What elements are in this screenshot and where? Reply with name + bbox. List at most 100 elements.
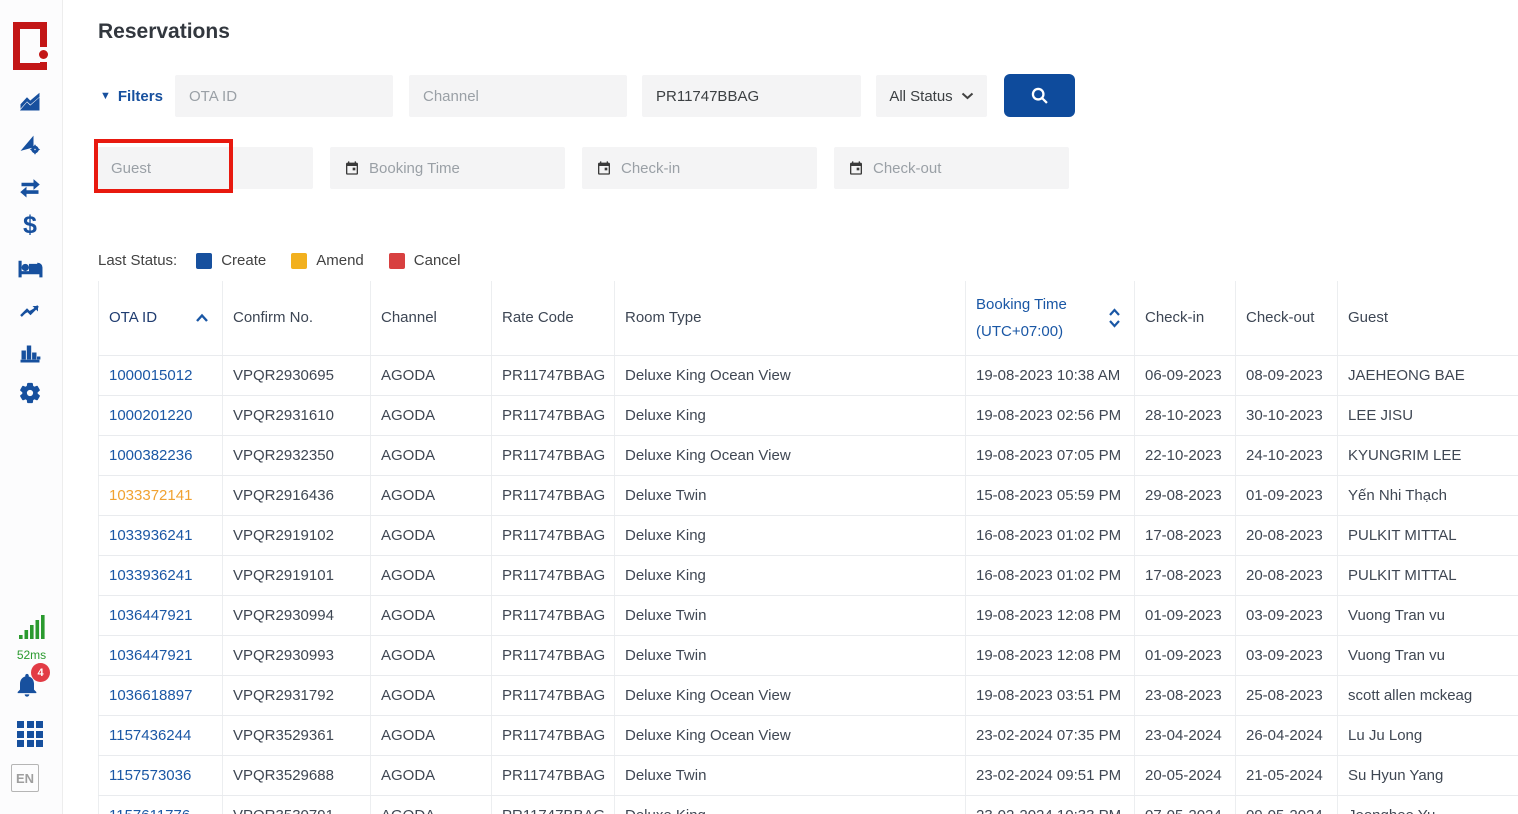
cell-ota-id[interactable]: 1033372141 bbox=[99, 475, 223, 515]
cell-ota-id[interactable]: 1157573036 bbox=[99, 755, 223, 795]
cell-channel: AGODA bbox=[371, 595, 492, 635]
grid-cell bbox=[27, 740, 34, 747]
cell-booking-time: 23-02-2024 09:51 PM bbox=[966, 755, 1135, 795]
column-header-rate-code[interactable]: Rate Code bbox=[492, 281, 615, 355]
cell-rate-code: PR11747BBAG bbox=[492, 755, 615, 795]
column-header-ota-id[interactable]: OTA ID bbox=[99, 281, 223, 355]
column-header-confirm-no[interactable]: Confirm No. bbox=[223, 281, 371, 355]
notification-badge: 4 bbox=[31, 663, 50, 682]
check-in-field[interactable]: Check-in bbox=[582, 147, 817, 189]
cell-confirm-no: VPQR3529688 bbox=[223, 755, 371, 795]
apps-grid-button[interactable] bbox=[17, 721, 45, 748]
column-header-check-out[interactable]: Check-out bbox=[1236, 281, 1338, 355]
status-dropdown[interactable]: All Status bbox=[876, 75, 987, 117]
cell-confirm-no: VPQR3530791 bbox=[223, 795, 371, 814]
column-header-guest[interactable]: Guest bbox=[1338, 281, 1518, 355]
sort-both-icon bbox=[1108, 307, 1121, 329]
cell-channel: AGODA bbox=[371, 475, 492, 515]
booking-time-field[interactable]: Booking Time bbox=[330, 147, 565, 189]
cell-room-type: Deluxe Twin bbox=[615, 755, 966, 795]
cell-ota-id[interactable]: 1157436244 bbox=[99, 715, 223, 755]
cell-ota-id[interactable]: 1036447921 bbox=[99, 635, 223, 675]
cell-rate-code: PR11747BBAG bbox=[492, 515, 615, 555]
cell-ota-id[interactable]: 1036618897 bbox=[99, 675, 223, 715]
signal-bars-icon bbox=[17, 614, 47, 640]
legend-item-amend: Amend bbox=[291, 252, 364, 269]
grid-cell bbox=[17, 740, 24, 747]
language-button[interactable]: EN bbox=[11, 764, 39, 792]
cell-booking-time: 19-08-2023 12:08 PM bbox=[966, 635, 1135, 675]
check-out-field[interactable]: Check-out bbox=[834, 147, 1069, 189]
search-button[interactable] bbox=[1004, 74, 1075, 117]
column-header-room-type[interactable]: Room Type bbox=[615, 281, 966, 355]
legend-label: Last Status: bbox=[98, 252, 177, 269]
cell-channel: AGODA bbox=[371, 795, 492, 814]
table-row: 1157436244VPQR3529361AGODAPR11747BBAGDel… bbox=[99, 715, 1518, 755]
cell-booking-time: 16-08-2023 01:02 PM bbox=[966, 555, 1135, 595]
guest-input[interactable] bbox=[97, 147, 313, 189]
channel-input[interactable] bbox=[409, 75, 627, 117]
cell-guest: Lu Ju Long bbox=[1338, 715, 1518, 755]
sidebar-item-billing[interactable]: $ bbox=[17, 212, 43, 238]
cell-booking-time: 19-08-2023 12:08 PM bbox=[966, 595, 1135, 635]
cell-rate-code: PR11747BBAG bbox=[492, 635, 615, 675]
cell-check-in: 17-08-2023 bbox=[1135, 555, 1236, 595]
cell-ota-id[interactable]: 1033936241 bbox=[99, 515, 223, 555]
legend-item-label: Amend bbox=[316, 252, 364, 269]
notifications-button[interactable]: 4 bbox=[13, 664, 53, 700]
cell-booking-time: 15-08-2023 05:59 PM bbox=[966, 475, 1135, 515]
cell-room-type: Deluxe Twin bbox=[615, 475, 966, 515]
sidebar-item-performance[interactable] bbox=[17, 298, 43, 324]
area-chart-icon bbox=[18, 91, 42, 115]
cell-channel: AGODA bbox=[371, 395, 492, 435]
cell-guest: Yến Nhi Thạch bbox=[1338, 475, 1518, 515]
cell-check-in: 07-05-2024 bbox=[1135, 795, 1236, 814]
cell-ota-id[interactable]: 1000382236 bbox=[99, 435, 223, 475]
cell-confirm-no: VPQR2931610 bbox=[223, 395, 371, 435]
cell-confirm-no: VPQR2932350 bbox=[223, 435, 371, 475]
cell-check-in: 28-10-2023 bbox=[1135, 395, 1236, 435]
cell-channel: AGODA bbox=[371, 355, 492, 395]
grid-cell bbox=[17, 731, 24, 738]
cell-check-in: 20-05-2024 bbox=[1135, 755, 1236, 795]
table-row: 1157611776VPQR3530791AGODAPR11747BBAGDel… bbox=[99, 795, 1518, 814]
cell-check-out: 08-09-2023 bbox=[1236, 355, 1338, 395]
cell-confirm-no: VPQR2931792 bbox=[223, 675, 371, 715]
cell-check-in: 23-08-2023 bbox=[1135, 675, 1236, 715]
legend-item-label: Cancel bbox=[414, 252, 461, 269]
cell-ota-id[interactable]: 1033936241 bbox=[99, 555, 223, 595]
sidebar-item-rooms[interactable] bbox=[17, 255, 43, 281]
rate-code-input[interactable] bbox=[642, 75, 861, 117]
sidebar-item-settings[interactable] bbox=[17, 380, 43, 406]
cell-room-type: Deluxe Twin bbox=[615, 595, 966, 635]
cell-check-out: 20-08-2023 bbox=[1236, 555, 1338, 595]
cell-booking-time: 23-02-2024 07:35 PM bbox=[966, 715, 1135, 755]
logo-frame bbox=[13, 22, 47, 70]
cell-ota-id[interactable]: 1000015012 bbox=[99, 355, 223, 395]
app-logo-icon[interactable] bbox=[13, 22, 47, 70]
cell-confirm-no: VPQR2916436 bbox=[223, 475, 371, 515]
column-header-booking-time[interactable]: Booking Time (UTC+07:00) bbox=[966, 281, 1135, 355]
page-title: Reservations bbox=[98, 20, 230, 44]
cell-guest: LEE JISU bbox=[1338, 395, 1518, 435]
sidebar-item-dashboard[interactable] bbox=[17, 90, 43, 116]
cell-check-in: 01-09-2023 bbox=[1135, 595, 1236, 635]
cell-room-type: Deluxe King bbox=[615, 795, 966, 814]
sidebar-item-reports[interactable] bbox=[17, 339, 43, 365]
main-content: Reservations ▼ Filters All Status Bookin… bbox=[63, 0, 1518, 814]
table-row: 1036618897VPQR2931792AGODAPR11747BBAGDel… bbox=[99, 675, 1518, 715]
cell-booking-time: 19-08-2023 10:38 AM bbox=[966, 355, 1135, 395]
ota-id-input[interactable] bbox=[175, 75, 393, 117]
sidebar-item-channels[interactable] bbox=[17, 132, 43, 158]
cell-ota-id[interactable]: 1036447921 bbox=[99, 595, 223, 635]
cell-check-in: 06-09-2023 bbox=[1135, 355, 1236, 395]
cell-ota-id[interactable]: 1157611776 bbox=[99, 795, 223, 814]
cell-rate-code: PR11747BBAG bbox=[492, 595, 615, 635]
cell-channel: AGODA bbox=[371, 635, 492, 675]
column-header-check-in[interactable]: Check-in bbox=[1135, 281, 1236, 355]
cell-ota-id[interactable]: 1000201220 bbox=[99, 395, 223, 435]
table-row: 1036447921VPQR2930994AGODAPR11747BBAGDel… bbox=[99, 595, 1518, 635]
filters-toggle[interactable]: ▼ Filters bbox=[100, 88, 163, 105]
column-header-channel[interactable]: Channel bbox=[371, 281, 492, 355]
sidebar-item-transactions[interactable] bbox=[17, 174, 43, 200]
